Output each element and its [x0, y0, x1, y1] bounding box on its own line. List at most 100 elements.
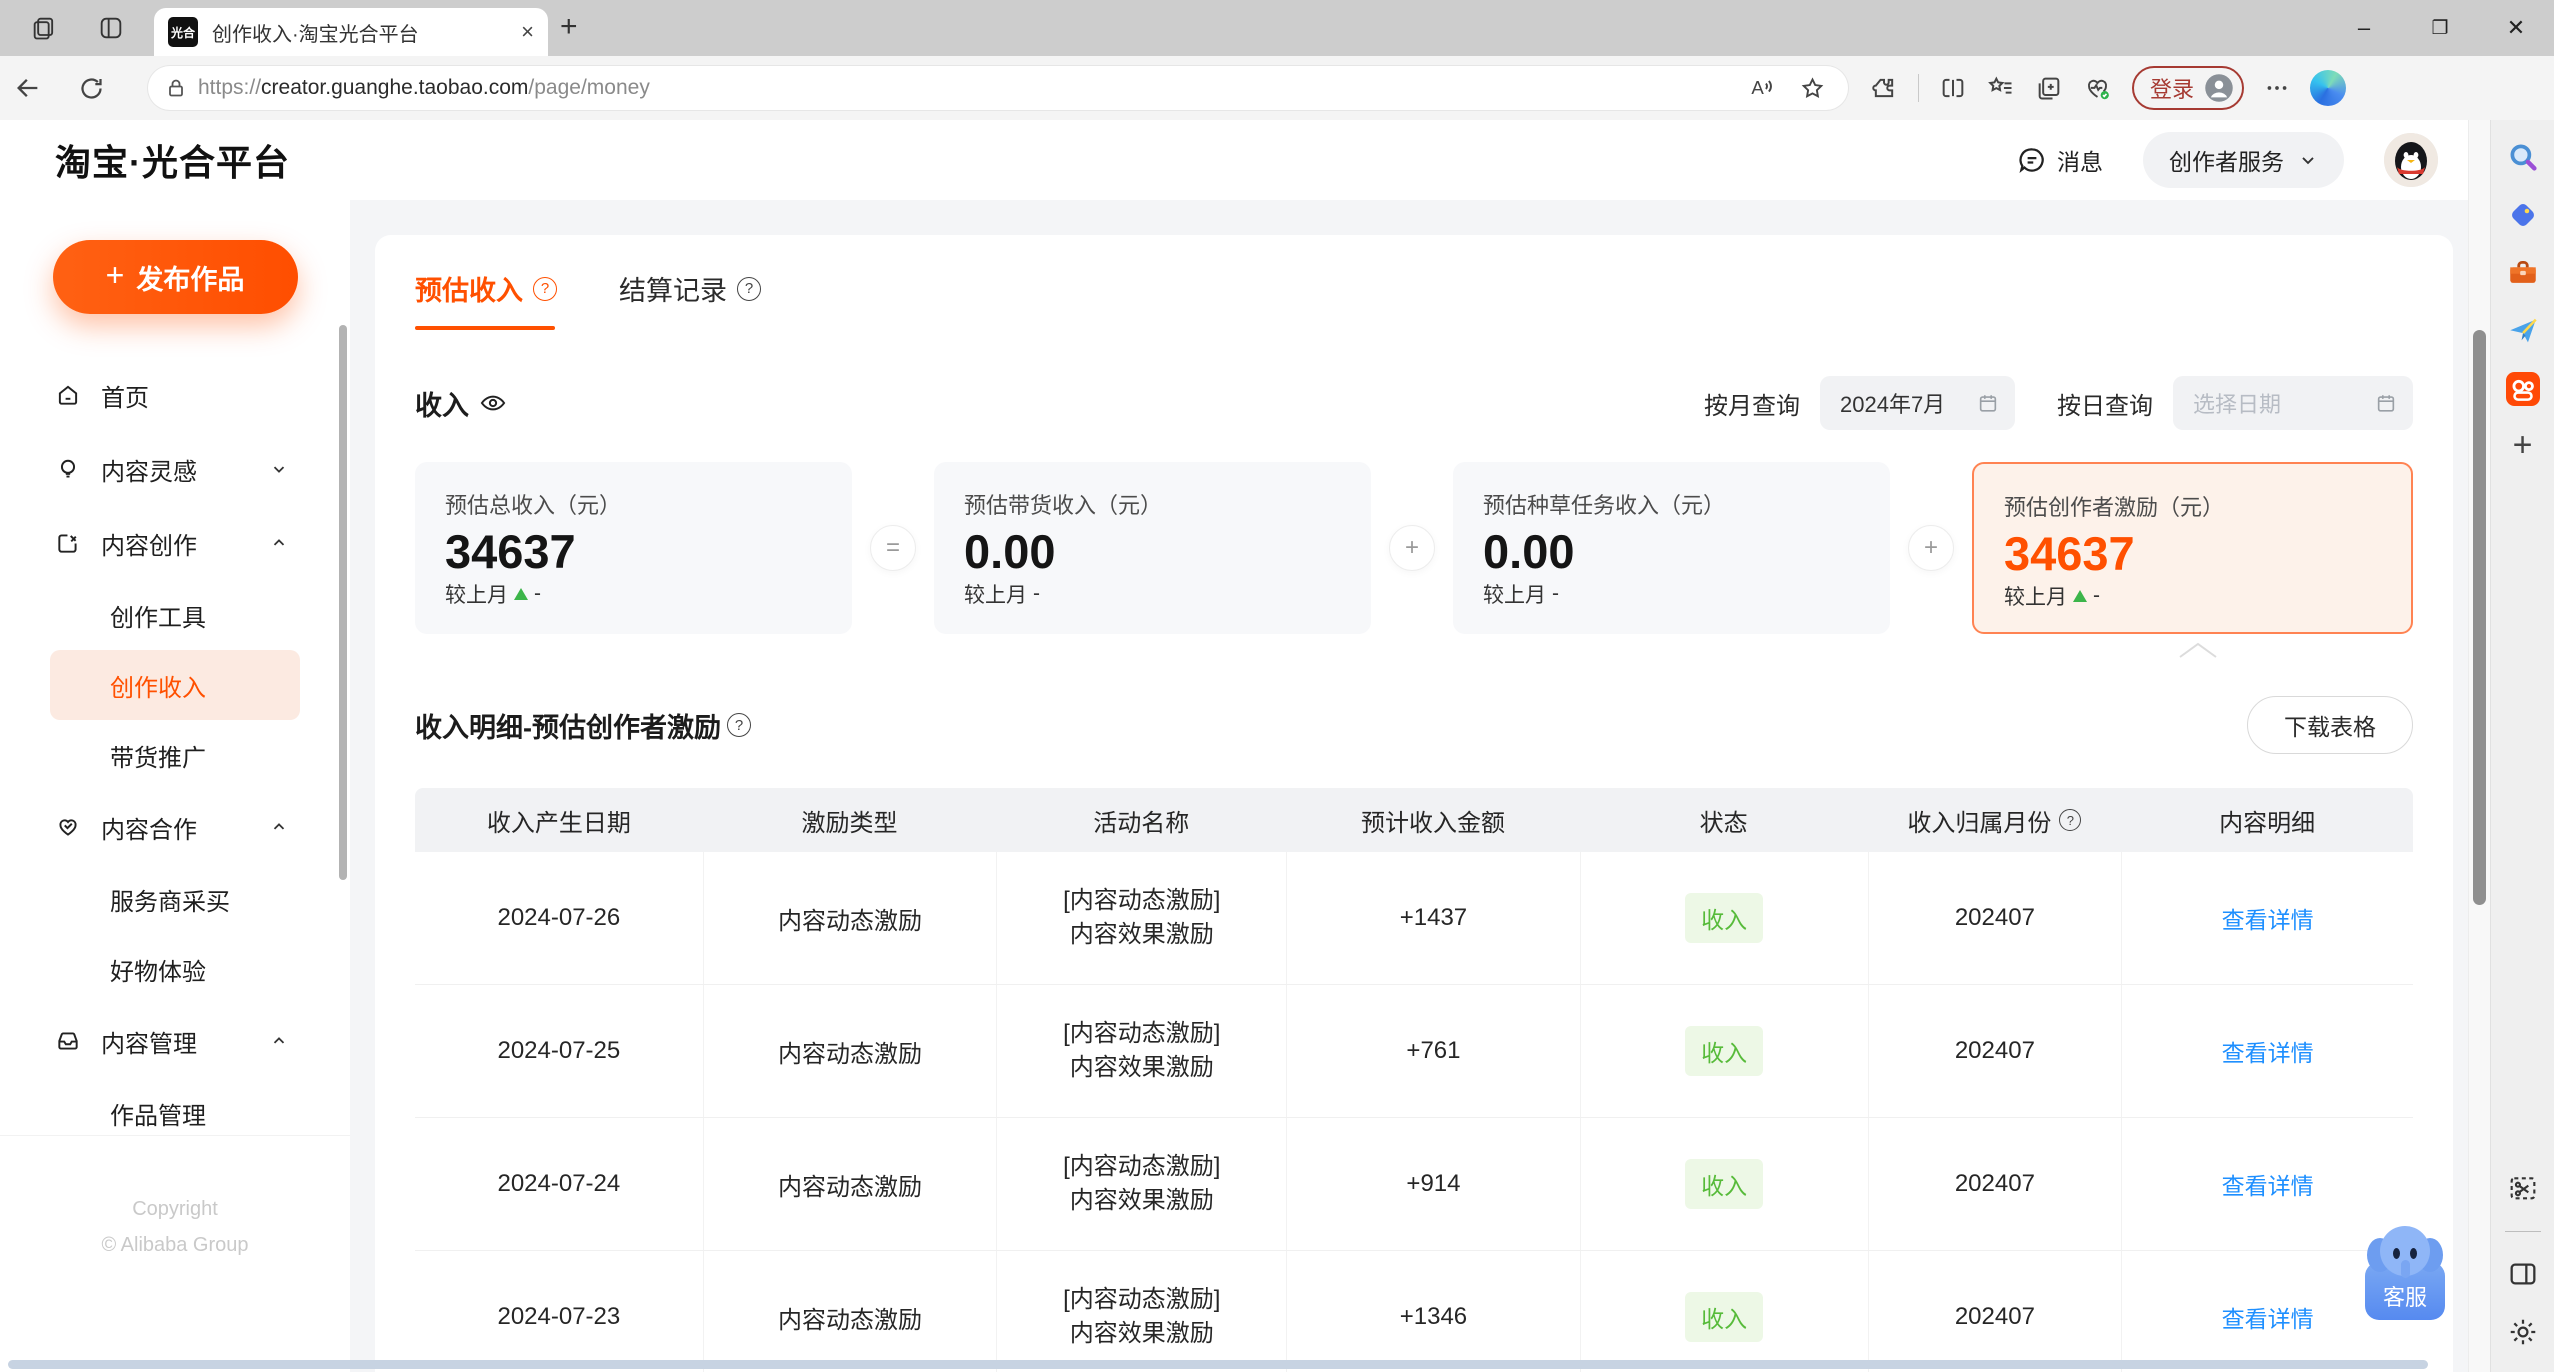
- screenshot-icon[interactable]: [2507, 1173, 2539, 1205]
- status-badge: 收入: [1685, 1159, 1764, 1209]
- heart-hands-icon: [59, 819, 77, 836]
- address-bar[interactable]: https://creator.guanghe.taobao.com/page/…: [148, 66, 1848, 110]
- refresh-icon[interactable]: [78, 75, 124, 102]
- login-button[interactable]: 登录: [2132, 66, 2245, 110]
- view-details-link[interactable]: 查看详情: [2222, 1167, 2314, 1201]
- rail-divider: [2504, 1231, 2541, 1232]
- help-icon[interactable]: ?: [727, 713, 751, 737]
- sidebar-item-creation[interactable]: 内容创作: [0, 506, 350, 580]
- sidebar-scrollbar[interactable]: [339, 325, 347, 880]
- status-badge: 收入: [1685, 1292, 1764, 1342]
- tab-settlement-records[interactable]: 结算记录 ?: [619, 269, 761, 330]
- toolbox-icon[interactable]: [2506, 256, 2540, 290]
- collections-icon[interactable]: [2035, 74, 2063, 102]
- publish-button[interactable]: + 发布作品: [52, 240, 298, 314]
- site-logo[interactable]: 淘宝·光合平台: [55, 134, 290, 186]
- sidebar-item-creation-tools[interactable]: 创作工具: [50, 580, 300, 650]
- month-picker[interactable]: 2024年7月: [1820, 376, 2015, 430]
- calendar-icon: [2357, 392, 2397, 414]
- sidebar-item-inspiration[interactable]: 内容灵感: [0, 432, 350, 506]
- settings-more-icon[interactable]: [2264, 75, 2290, 101]
- sidebar-item-goods-promotion[interactable]: 带货推广: [50, 720, 300, 790]
- active-card-caret: [2178, 642, 2218, 658]
- scrollbar-thumb[interactable]: [2473, 330, 2486, 905]
- sidebar-item-creation-income[interactable]: 创作收入: [50, 650, 300, 720]
- toolbar-divider: [1918, 74, 1919, 102]
- favorite-star-icon[interactable]: [1799, 75, 1826, 102]
- card-total-income[interactable]: 预估总收入（元） 34637 较上月 -: [415, 462, 852, 634]
- sidebar-toggle-icon[interactable]: [2507, 1258, 2539, 1290]
- table-row: 2024-07-24 内容动态激励 [内容动态激励] 内容效果激励 +914 收…: [415, 1118, 2413, 1251]
- restore-button[interactable]: ❐: [2402, 17, 2478, 40]
- back-icon[interactable]: [14, 74, 60, 102]
- browser-tab[interactable]: 光合 创作收入·淘宝光合平台 ×: [154, 8, 548, 56]
- sidebar-item-management[interactable]: 内容管理: [0, 1004, 350, 1078]
- inbox-icon: [58, 1032, 78, 1050]
- plus-operator: +: [1389, 525, 1435, 571]
- tab-estimated-income[interactable]: 预估收入 ?: [415, 269, 557, 330]
- split-screen-icon[interactable]: [1939, 74, 1967, 102]
- kuaishou-icon[interactable]: [2505, 372, 2540, 406]
- shopping-icon[interactable]: [2506, 198, 2540, 232]
- chevron-up-icon: [273, 823, 285, 830]
- customer-service-float[interactable]: 客服: [2365, 1226, 2445, 1320]
- tab-favicon: 光合: [168, 17, 198, 47]
- plus-icon: +: [105, 257, 125, 293]
- elephant-mascot-icon: [2367, 1226, 2443, 1282]
- view-details-link[interactable]: 查看详情: [2222, 1300, 2314, 1334]
- day-picker[interactable]: 选择日期: [2173, 376, 2413, 430]
- sidebar-item-cooperation[interactable]: 内容合作: [0, 790, 350, 864]
- sidebar: + 发布作品 首页 内容灵感 内容创作 创作工具 创作收入 带货推广 内容合作 …: [0, 200, 350, 1372]
- close-button[interactable]: ✕: [2478, 15, 2554, 41]
- trend-up-icon: [514, 588, 528, 600]
- sidebar-item-service-purchase[interactable]: 服务商采买: [50, 864, 300, 934]
- favorites-list-icon[interactable]: [1987, 74, 2015, 102]
- new-tab-button[interactable]: +: [560, 10, 578, 44]
- detail-section-title: 收入明细-预估创作者激励 ?: [415, 706, 751, 745]
- minimize-button[interactable]: –: [2326, 15, 2402, 41]
- stat-cards: 预估总收入（元） 34637 较上月 - = 预估带货收入（元） 0.00 较上月…: [415, 462, 2413, 634]
- card-goods-income[interactable]: 预估带货收入（元） 0.00 较上月 -: [934, 462, 1371, 634]
- user-avatar[interactable]: [2384, 133, 2438, 187]
- card-creator-incentive[interactable]: 预估创作者激励（元） 34637 较上月 -: [1972, 462, 2413, 634]
- eye-icon[interactable]: [479, 389, 507, 417]
- card-seeding-task-income[interactable]: 预估种草任务收入（元） 0.00 较上月 -: [1453, 462, 1890, 634]
- help-icon[interactable]: ?: [533, 276, 557, 301]
- message-icon: [2019, 148, 2044, 173]
- sidebar-item-goods-experience[interactable]: 好物体验: [50, 934, 300, 1004]
- table-row: 2024-07-23 内容动态激励 [内容动态激励] 内容效果激励 +1346 …: [415, 1251, 2413, 1372]
- chevron-up-icon: [273, 1037, 285, 1044]
- lightbulb-icon: [60, 459, 76, 478]
- url-text: https://creator.guanghe.taobao.com/page/…: [198, 76, 650, 99]
- settings-gear-icon[interactable]: [2507, 1316, 2539, 1348]
- home-icon: [58, 385, 78, 405]
- svg-text:A: A: [1751, 77, 1764, 98]
- help-icon[interactable]: ?: [737, 276, 761, 301]
- send-plane-icon[interactable]: [2506, 314, 2540, 348]
- chevron-down-icon: [273, 466, 285, 473]
- copilot-icon[interactable]: [2310, 70, 2347, 106]
- chevron-up-icon: [273, 539, 285, 546]
- workspaces-icon[interactable]: [30, 14, 58, 42]
- sidebar-search-icon[interactable]: [2506, 140, 2540, 174]
- help-icon[interactable]: ?: [2059, 809, 2082, 831]
- page-horizontal-scrollbar[interactable]: [8, 1360, 2428, 1369]
- view-details-link[interactable]: 查看详情: [2222, 1034, 2314, 1068]
- creator-services-dropdown[interactable]: 创作者服务: [2143, 132, 2344, 188]
- page-vertical-scrollbar[interactable]: [2468, 120, 2490, 1372]
- add-sidebar-item-icon[interactable]: +: [2513, 428, 2533, 462]
- browser-essentials-icon[interactable]: [2083, 74, 2112, 103]
- extensions-icon[interactable]: [1870, 74, 1898, 102]
- tab-close-icon[interactable]: ×: [521, 19, 534, 45]
- status-badge: 收入: [1685, 893, 1764, 943]
- sidebar-item-home[interactable]: 首页: [0, 358, 350, 432]
- messages-button[interactable]: 消息: [2017, 143, 2103, 177]
- site-header: 淘宝·光合平台 消息 创作者服务: [0, 120, 2468, 200]
- view-details-link[interactable]: 查看详情: [2222, 901, 2314, 935]
- tab-actions-icon[interactable]: [97, 14, 125, 42]
- sidebar-nav: 首页 内容灵感 内容创作 创作工具 创作收入 带货推广 内容合作 服务商采买 好…: [0, 358, 350, 1148]
- download-table-button[interactable]: 下载表格: [2247, 696, 2413, 754]
- read-aloud-icon[interactable]: A: [1749, 74, 1777, 102]
- trend-up-icon: [2073, 590, 2087, 602]
- income-section-title: 收入: [415, 384, 507, 423]
